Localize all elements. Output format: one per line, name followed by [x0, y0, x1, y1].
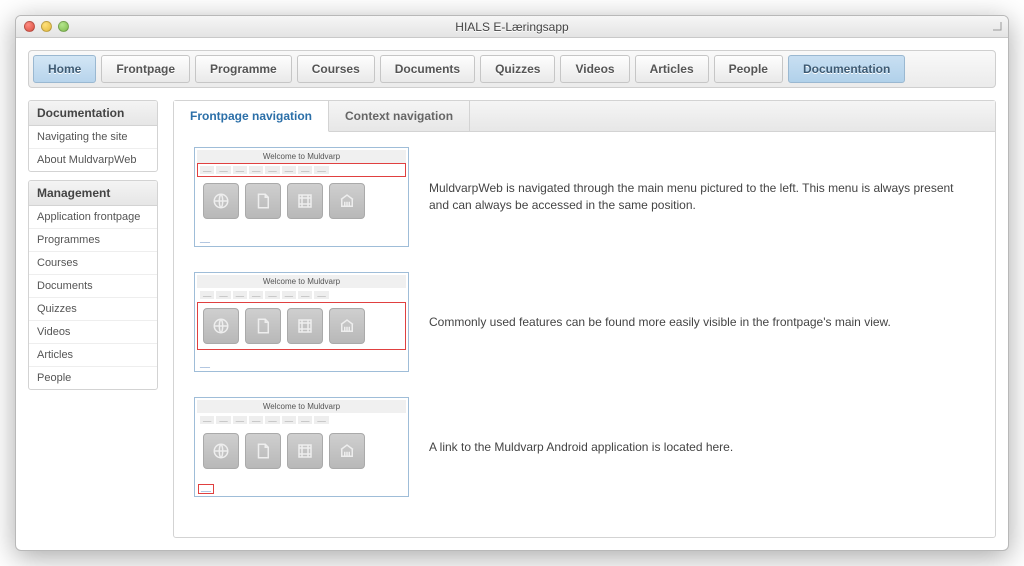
resize-icon[interactable]: [991, 20, 1003, 32]
screenshot-thumbnail: Welcome to Muldvarp_____________________…: [194, 147, 409, 247]
tab-content: Welcome to Muldvarp_____________________…: [174, 132, 995, 537]
thumb-icon-row: [197, 427, 406, 475]
doc-description: A link to the Muldvarp Android applicati…: [429, 439, 733, 456]
sidebar-item[interactable]: Quizzes: [29, 298, 157, 321]
globe-icon: [203, 308, 239, 344]
screenshot-thumbnail: Welcome to Muldvarp_____________________…: [194, 397, 409, 497]
tab-bar: Frontpage navigationContext navigation: [174, 101, 995, 132]
nav-home[interactable]: Home: [33, 55, 96, 83]
thumb-title: Welcome to Muldvarp: [197, 150, 406, 163]
nav-documentation[interactable]: Documentation: [788, 55, 905, 83]
screenshot-thumbnail: Welcome to Muldvarp_____________________…: [194, 272, 409, 372]
thumb-icon-row: [197, 177, 406, 225]
tab[interactable]: Context navigation: [329, 101, 470, 131]
building-icon: [329, 183, 365, 219]
nav-people[interactable]: People: [714, 55, 783, 83]
nav-row: HomeFrontpageProgrammeCoursesDocumentsQu…: [28, 50, 996, 88]
film-icon: [287, 183, 323, 219]
document-icon: [245, 308, 281, 344]
titlebar: HIALS E-Læringsapp: [16, 16, 1008, 38]
sidebar-item[interactable]: Articles: [29, 344, 157, 367]
main-navbar: HomeFrontpageProgrammeCoursesDocumentsQu…: [16, 38, 1008, 100]
sidebar-item[interactable]: People: [29, 367, 157, 389]
thumb-icon-row: [197, 302, 406, 350]
thumb-title: Welcome to Muldvarp: [197, 400, 406, 413]
nav-quizzes[interactable]: Quizzes: [480, 55, 555, 83]
thumb-android-link: ___: [198, 484, 214, 494]
thumb-menu: ________________________: [197, 413, 406, 427]
doc-description: MuldvarpWeb is navigated through the mai…: [429, 180, 975, 214]
tab[interactable]: Frontpage navigation: [174, 101, 329, 132]
nav-programme[interactable]: Programme: [195, 55, 292, 83]
thumb-android-link: ___: [198, 361, 212, 369]
doc-description: Commonly used features can be found more…: [429, 314, 891, 331]
thumb-menu: ________________________: [197, 163, 406, 177]
content-area: DocumentationNavigating the siteAbout Mu…: [16, 100, 1008, 550]
film-icon: [287, 433, 323, 469]
app-window: HIALS E-Læringsapp HomeFrontpageProgramm…: [15, 15, 1009, 551]
sidebar-item[interactable]: Navigating the site: [29, 126, 157, 149]
document-icon: [245, 183, 281, 219]
doc-row: Welcome to Muldvarp_____________________…: [194, 272, 975, 372]
sidebar-group: ManagementApplication frontpageProgramme…: [28, 180, 158, 390]
nav-videos[interactable]: Videos: [560, 55, 629, 83]
sidebar-item[interactable]: Videos: [29, 321, 157, 344]
sidebar-item[interactable]: Documents: [29, 275, 157, 298]
building-icon: [329, 308, 365, 344]
film-icon: [287, 308, 323, 344]
thumb-android-link: ___: [198, 236, 212, 244]
doc-row: Welcome to Muldvarp_____________________…: [194, 397, 975, 497]
main-panel: Frontpage navigationContext navigation W…: [173, 100, 996, 538]
globe-icon: [203, 183, 239, 219]
building-icon: [329, 433, 365, 469]
document-icon: [245, 433, 281, 469]
sidebar-group: DocumentationNavigating the siteAbout Mu…: [28, 100, 158, 172]
doc-row: Welcome to Muldvarp_____________________…: [194, 147, 975, 247]
sidebar-item[interactable]: Programmes: [29, 229, 157, 252]
nav-documents[interactable]: Documents: [380, 55, 475, 83]
nav-articles[interactable]: Articles: [635, 55, 709, 83]
window-title: HIALS E-Læringsapp: [16, 20, 1008, 34]
sidebar-item[interactable]: Courses: [29, 252, 157, 275]
thumb-menu: ________________________: [197, 288, 406, 302]
globe-icon: [203, 433, 239, 469]
sidebar-header: Documentation: [29, 101, 157, 126]
nav-frontpage[interactable]: Frontpage: [101, 55, 190, 83]
sidebar-header: Management: [29, 181, 157, 206]
nav-courses[interactable]: Courses: [297, 55, 375, 83]
thumb-title: Welcome to Muldvarp: [197, 275, 406, 288]
sidebar-item[interactable]: Application frontpage: [29, 206, 157, 229]
sidebar: DocumentationNavigating the siteAbout Mu…: [28, 100, 158, 538]
sidebar-item[interactable]: About MuldvarpWeb: [29, 149, 157, 171]
